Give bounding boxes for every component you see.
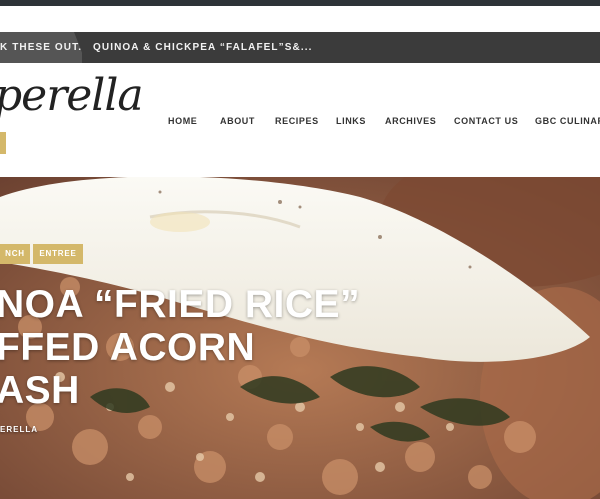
post-title[interactable]: NOA “FRIED RICE” FFED ACORN ASH [0,283,360,412]
ticker-label-text: K THESE OUT. [0,42,82,53]
post-title-line: NOA “FRIED RICE” [0,283,361,326]
ticker-label: K THESE OUT. [0,32,82,63]
post-title-line: FFED ACORN [0,326,256,369]
nav-item-about[interactable]: ABOUT [220,116,255,126]
ticker-divider [74,32,86,63]
logo-accent-bar [0,132,6,154]
ticker-headline-link[interactable]: QUINOA & CHICKPEA “FALAFEL”S&... [93,32,312,63]
news-ticker: K THESE OUT. QUINOA & CHICKPEA “FALAFEL”… [0,32,600,63]
nav-item-archives[interactable]: ARCHIVES [385,116,436,126]
category-tag[interactable]: NCH [0,244,30,264]
nav-item-home[interactable]: HOME [168,116,197,126]
category-tag[interactable]: ENTREE [33,244,83,264]
nav-item-links[interactable]: LINKS [336,116,366,126]
post-author[interactable]: ERELLA [0,425,38,434]
nav-item-recipes[interactable]: RECIPES [275,116,319,126]
nav-item-contact-us[interactable]: CONTACT US [454,116,518,126]
main-navigation: HOME ABOUT RECIPES LINKS ARCHIVES CONTAC… [0,116,600,130]
post-title-line: ASH [0,369,80,412]
top-spacer [0,6,600,32]
site-logo[interactable]: perella [0,70,144,121]
nav-item-gbc-culinary[interactable]: GBC CULINARY [535,116,600,126]
